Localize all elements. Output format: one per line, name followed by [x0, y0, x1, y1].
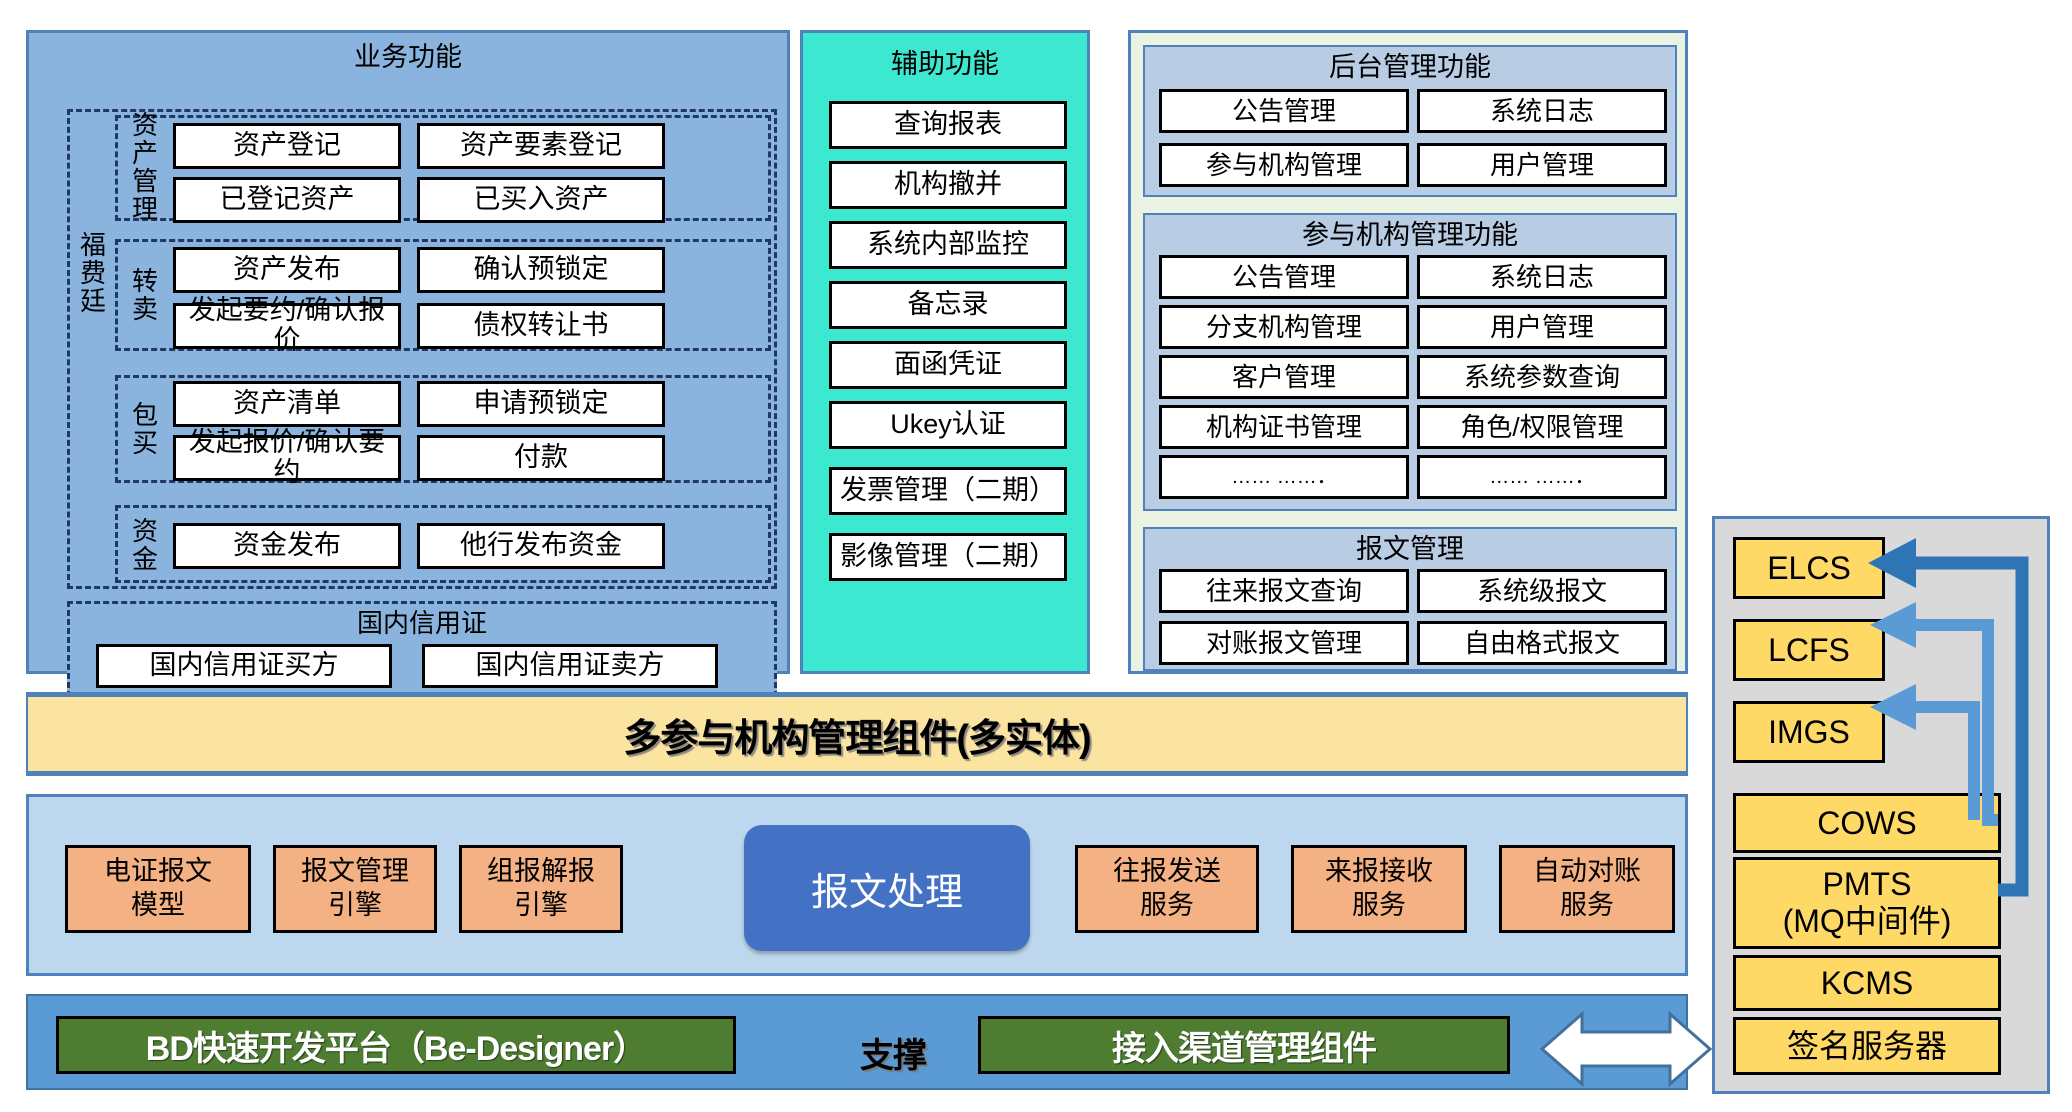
layer-item-left[interactable]: 报文管理 引擎 — [273, 845, 437, 933]
aux-item[interactable]: 备忘录 — [829, 281, 1067, 329]
layer-item-left[interactable]: 电证报文 模型 — [65, 845, 251, 933]
business-item[interactable]: 资产发布 — [173, 247, 401, 293]
business-item[interactable]: 资产要素登记 — [417, 123, 665, 169]
aux-item[interactable]: 查询报表 — [829, 101, 1067, 149]
multi-institution-component-band: 多参与机构管理组件(多实体) — [26, 692, 1688, 776]
message-item[interactable]: 往来报文查询 — [1159, 569, 1409, 613]
business-item[interactable]: 资产清单 — [173, 381, 401, 427]
business-item[interactable]: 资产登记 — [173, 123, 401, 169]
section-label-purchase: 包买 — [131, 399, 158, 458]
aux-item[interactable]: 影像管理（二期） — [829, 533, 1067, 581]
system-box-pmts[interactable]: PMTS (MQ中间件) — [1733, 857, 2001, 949]
aux-item[interactable]: Ukey认证 — [829, 401, 1067, 449]
business-item[interactable]: 资金发布 — [173, 523, 401, 569]
business-item[interactable]: 发起报价/确认要约 — [173, 427, 401, 487]
aux-panel-title: 辅助功能 — [891, 49, 999, 79]
institution-subpanel: 参与机构管理功能 公告管理 系统日志 分支机构管理 用户管理 客户管理 系统参数… — [1143, 213, 1677, 511]
layer-item-right[interactable]: 自动对账 服务 — [1499, 845, 1675, 933]
section-label-funds: 资金 — [131, 515, 158, 574]
institution-item[interactable]: 系统参数查询 — [1417, 355, 1667, 399]
channel-component-box[interactable]: 接入渠道管理组件 — [978, 1016, 1510, 1074]
institution-item[interactable]: 系统日志 — [1417, 255, 1667, 299]
institution-item[interactable]: 客户管理 — [1159, 355, 1409, 399]
component-band-label: 多参与机构管理组件(多实体) — [623, 717, 1091, 760]
system-box-imgs[interactable]: IMGS — [1733, 701, 1885, 763]
business-item[interactable]: 债权转让书 — [417, 303, 665, 349]
bd-platform-box[interactable]: BD快速开发平台（Be-Designer） — [56, 1016, 736, 1074]
aux-item[interactable]: 机构撤并 — [829, 161, 1067, 209]
system-box-kcms[interactable]: KCMS — [1733, 955, 2001, 1011]
section-label-resale: 转卖 — [131, 265, 158, 324]
backoffice-item[interactable]: 用户管理 — [1417, 143, 1667, 187]
systems-stack-panel: ELCS LCFS IMGS COWS PMTS (MQ中间件) KCMS 签名服… — [1712, 516, 2050, 1094]
backoffice-subpanel: 后台管理功能 公告管理 系统日志 参与机构管理 用户管理 — [1143, 45, 1677, 197]
system-box-signature-server[interactable]: 签名服务器 — [1733, 1017, 2001, 1075]
institution-item[interactable]: 角色/权限管理 — [1417, 405, 1667, 449]
institution-item[interactable]: 机构证书管理 — [1159, 405, 1409, 449]
business-item[interactable]: 发起要约/确认报价 — [173, 295, 401, 355]
business-item[interactable]: 申请预锁定 — [417, 381, 665, 427]
architecture-diagram: 业务功能 福费廷 资产管理 资产登记 资产要素登记 已登记资产 已买入资产 转卖… — [0, 0, 2072, 1112]
admin-functions-panel: 后台管理功能 公告管理 系统日志 参与机构管理 用户管理 参与机构管理功能 公告… — [1128, 30, 1688, 674]
domestic-lc-section: 国内信用证 国内信用证买方 国内信用证卖方 — [67, 601, 777, 697]
aux-item[interactable]: 面函凭证 — [829, 341, 1067, 389]
system-box-lcfs[interactable]: LCFS — [1733, 619, 1885, 681]
message-item[interactable]: 系统级报文 — [1417, 569, 1667, 613]
message-subpanel: 报文管理 往来报文查询 系统级报文 对账报文管理 自由格式报文 — [1143, 527, 1677, 671]
domestic-lc-title: 国内信用证 — [356, 608, 487, 638]
business-item[interactable]: 已登记资产 — [173, 177, 401, 223]
business-item[interactable]: 他行发布资金 — [417, 523, 665, 569]
institution-item-ellipsis: …… ……． — [1159, 455, 1409, 499]
system-box-elcs[interactable]: ELCS — [1733, 537, 1885, 599]
domestic-lc-item[interactable]: 国内信用证买方 — [96, 644, 392, 688]
platform-bar: BD快速开发平台（Be-Designer） 支撑 接入渠道管理组件 — [26, 994, 1713, 1090]
institution-item[interactable]: 公告管理 — [1159, 255, 1409, 299]
business-panel-title: 业务功能 — [354, 42, 462, 72]
section-label-asset-management: 资产管理 — [131, 109, 158, 225]
support-label: 支撑 — [860, 1037, 927, 1075]
group-label-fufeiting: 福费廷 — [79, 229, 106, 317]
domestic-lc-item[interactable]: 国内信用证卖方 — [422, 644, 718, 688]
business-functions-panel: 业务功能 福费廷 资产管理 资产登记 资产要素登记 已登记资产 已买入资产 转卖… — [26, 30, 790, 697]
backoffice-item[interactable]: 公告管理 — [1159, 89, 1409, 133]
message-processing-layer: 电证报文 模型 报文管理 引擎 组报解报 引擎 报文处理 往报发送 服务 来报接收 服务 … — [26, 794, 1688, 976]
backoffice-title: 后台管理功能 — [1329, 52, 1491, 82]
institution-item-ellipsis: …… ……． — [1417, 455, 1667, 499]
layer-item-right[interactable]: 往报发送 服务 — [1075, 845, 1259, 933]
system-box-cows[interactable]: COWS — [1733, 793, 2001, 853]
aux-item[interactable]: 系统内部监控 — [829, 221, 1067, 269]
business-item[interactable]: 确认预锁定 — [417, 247, 665, 293]
business-item[interactable]: 付款 — [417, 435, 665, 481]
aux-item[interactable]: 发票管理（二期） — [829, 467, 1067, 515]
message-item[interactable]: 对账报文管理 — [1159, 621, 1409, 665]
institution-title: 参与机构管理功能 — [1302, 220, 1518, 250]
message-item[interactable]: 自由格式报文 — [1417, 621, 1667, 665]
message-title: 报文管理 — [1356, 534, 1464, 564]
institution-item[interactable]: 用户管理 — [1417, 305, 1667, 349]
layer-item-left[interactable]: 组报解报 引擎 — [459, 845, 623, 933]
auxiliary-functions-panel: 辅助功能 查询报表 机构撤并 系统内部监控 备忘录 面函凭证 Ukey认证 发票… — [800, 30, 1090, 674]
backoffice-item[interactable]: 系统日志 — [1417, 89, 1667, 133]
institution-item[interactable]: 分支机构管理 — [1159, 305, 1409, 349]
layer-item-right[interactable]: 来报接收 服务 — [1291, 845, 1467, 933]
backoffice-item[interactable]: 参与机构管理 — [1159, 143, 1409, 187]
message-processing-core[interactable]: 报文处理 — [744, 825, 1030, 951]
business-item[interactable]: 已买入资产 — [417, 177, 665, 223]
